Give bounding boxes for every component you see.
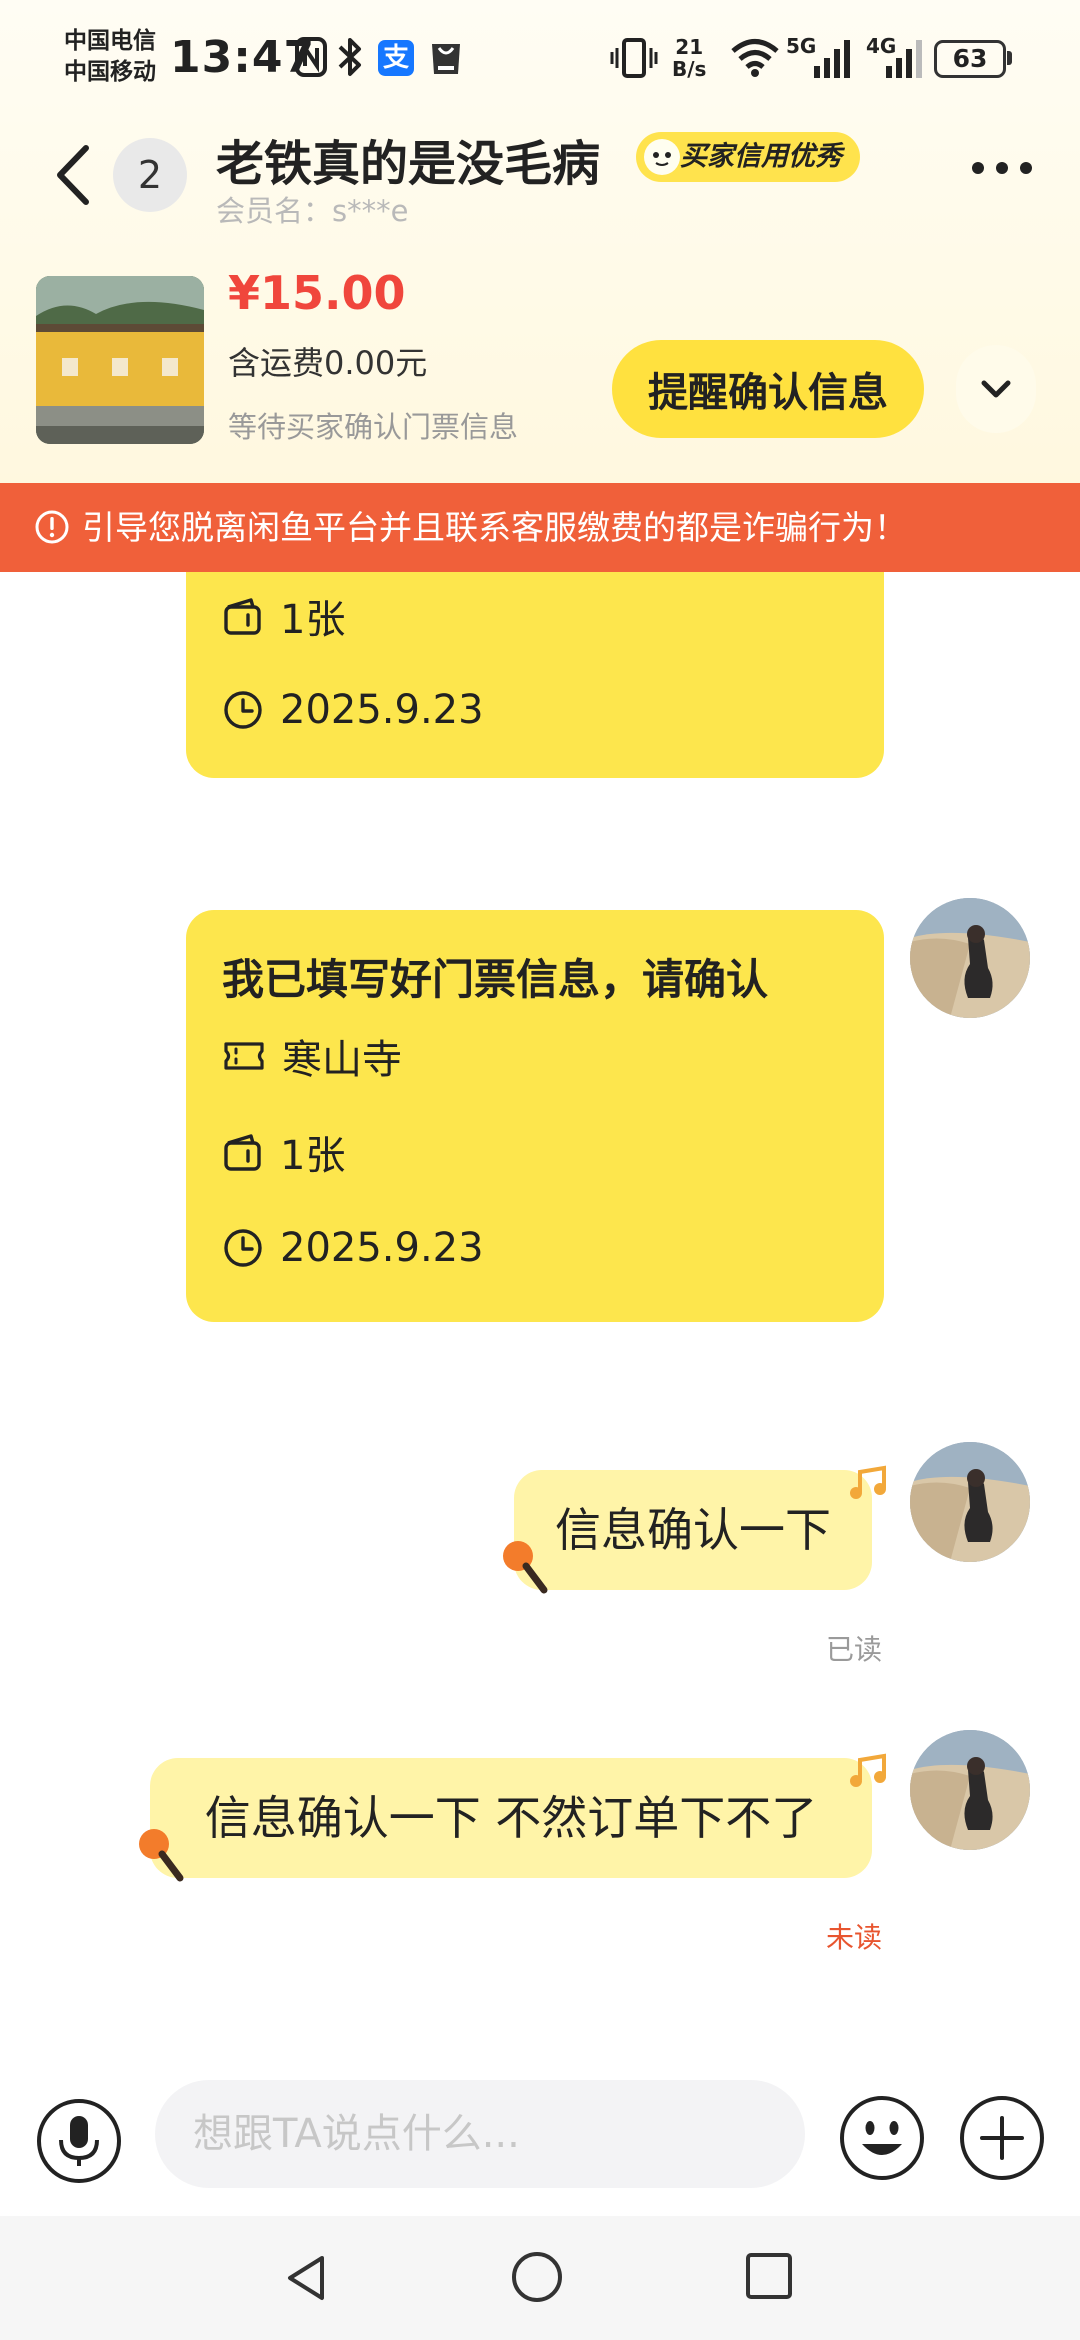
avatar[interactable]: [910, 1442, 1030, 1562]
chat-messages[interactable]: 1张 2025.9.23 我已填写好门票信息，请确认 寒山寺 1张 2025.9…: [0, 572, 1080, 2072]
clock-icon: [224, 691, 262, 729]
message-bubble[interactable]: 信息确认一下 不然订单下不了: [150, 1758, 872, 1878]
chat-title: 老铁真的是没毛病: [216, 136, 601, 192]
carrier-mobile: 中国移动: [64, 59, 156, 85]
network-speed-value: 21: [675, 35, 704, 59]
ticket-info-card-previous[interactable]: 1张 2025.9.23: [186, 572, 884, 778]
remind-confirm-button[interactable]: 提醒确认信息: [612, 340, 924, 438]
alipay-icon: 支: [378, 40, 414, 76]
card-quantity-row: 1张: [222, 588, 345, 644]
card-title: 我已填写好门票信息，请确认: [222, 955, 769, 1004]
member-name: 会员名：s***e: [216, 194, 409, 228]
card-venue-row: 寒山寺: [222, 1028, 402, 1084]
system-nav-bar: [0, 2216, 1080, 2340]
card-date: 2025.9.23: [280, 687, 484, 733]
product-price: ¥15.00: [228, 266, 406, 320]
signal-5g-icon: 5G: [786, 34, 856, 80]
vibrate-icon: [610, 38, 658, 78]
music-note-icon: [850, 1465, 886, 1499]
nav-home-icon[interactable]: [510, 2250, 564, 2304]
card-date: 2025.9.23: [280, 1225, 484, 1271]
shopping-bag-icon: [432, 44, 460, 74]
clock-icon: [224, 1229, 262, 1267]
music-note-icon: [850, 1753, 886, 1787]
alert-circle-icon: [35, 510, 69, 544]
network-speed: 21 B/s: [672, 36, 706, 80]
card-quantity: 1张: [280, 597, 346, 643]
chevron-down-icon: [981, 380, 1011, 398]
wallet-icon: [224, 598, 261, 635]
ticket-info-card[interactable]: 我已填写好门票信息，请确认 寒山寺 1张 2025.9.23: [186, 910, 884, 1322]
message-bubble[interactable]: 信息确认一下: [514, 1470, 872, 1590]
avatar-photo: [910, 1442, 1030, 1562]
chevron-left-icon[interactable]: [48, 140, 98, 210]
card-quantity-row: 1张: [222, 1124, 345, 1180]
nfc-icon: [295, 37, 327, 77]
card-venue: 寒山寺: [282, 1037, 402, 1083]
order-status: 等待买家确认门票信息: [228, 410, 519, 444]
nav-recent-icon[interactable]: [744, 2250, 794, 2302]
unread-count-badge[interactable]: 2: [113, 138, 187, 212]
avatar-photo: [910, 898, 1030, 1018]
plus-icon[interactable]: [958, 2094, 1046, 2182]
fraud-warning-banner: 引导您脱离闲鱼平台并且联系客服缴费的都是诈骗行为！: [0, 483, 1080, 572]
more-icon[interactable]: [970, 160, 1034, 176]
wifi-icon: [731, 39, 779, 77]
card-date-row: 2025.9.23: [222, 682, 484, 738]
microphone-icon[interactable]: [36, 2098, 122, 2184]
avatar[interactable]: [910, 1730, 1030, 1850]
card-date-row: 2025.9.23: [222, 1220, 484, 1276]
shipping-fee: 含运费0.00元: [228, 344, 428, 382]
bluetooth-icon: [338, 38, 361, 76]
credit-badge-label: 买家信用优秀: [680, 141, 842, 172]
chat-header-area: 中国电信 中国移动 13:47 支 21 B/s 5G 4G 63 2 老铁真的…: [0, 0, 1080, 483]
carrier-names: 中国电信 中国移动: [64, 26, 156, 88]
warning-text: 引导您脱离闲鱼平台并且联系客服缴费的都是诈骗行为！: [82, 508, 907, 547]
battery-indicator: 63: [934, 40, 1006, 78]
wallet-icon: [224, 1134, 261, 1171]
microphone-sticker-icon: [139, 1829, 184, 1882]
card-quantity: 1张: [280, 1133, 346, 1179]
microphone-sticker-icon: [503, 1541, 548, 1594]
temple-photo: [36, 276, 204, 444]
signal-4g-icon: 4G: [866, 34, 926, 80]
message-input-bar: [0, 2072, 1080, 2216]
product-thumbnail[interactable]: [36, 276, 204, 444]
smile-icon[interactable]: [838, 2094, 926, 2182]
expand-button[interactable]: [956, 345, 1036, 433]
mascot-face-icon: [644, 139, 680, 175]
nav-back-icon[interactable]: [282, 2252, 330, 2304]
avatar-photo: [910, 1730, 1030, 1850]
network-speed-unit: B/s: [672, 57, 707, 81]
avatar[interactable]: [910, 898, 1030, 1018]
battery-cap: [1007, 51, 1012, 65]
carrier-telecom: 中国电信: [64, 28, 156, 54]
unread-status: 未读: [826, 1921, 883, 1954]
credit-badge[interactable]: 买家信用优秀: [636, 132, 860, 182]
status-bar: 中国电信 中国移动 13:47 支 21 B/s 5G 4G 63: [0, 0, 1080, 118]
ticket-icon: [224, 1042, 264, 1070]
message-input[interactable]: [155, 2080, 805, 2188]
read-status: 已读: [826, 1633, 883, 1666]
